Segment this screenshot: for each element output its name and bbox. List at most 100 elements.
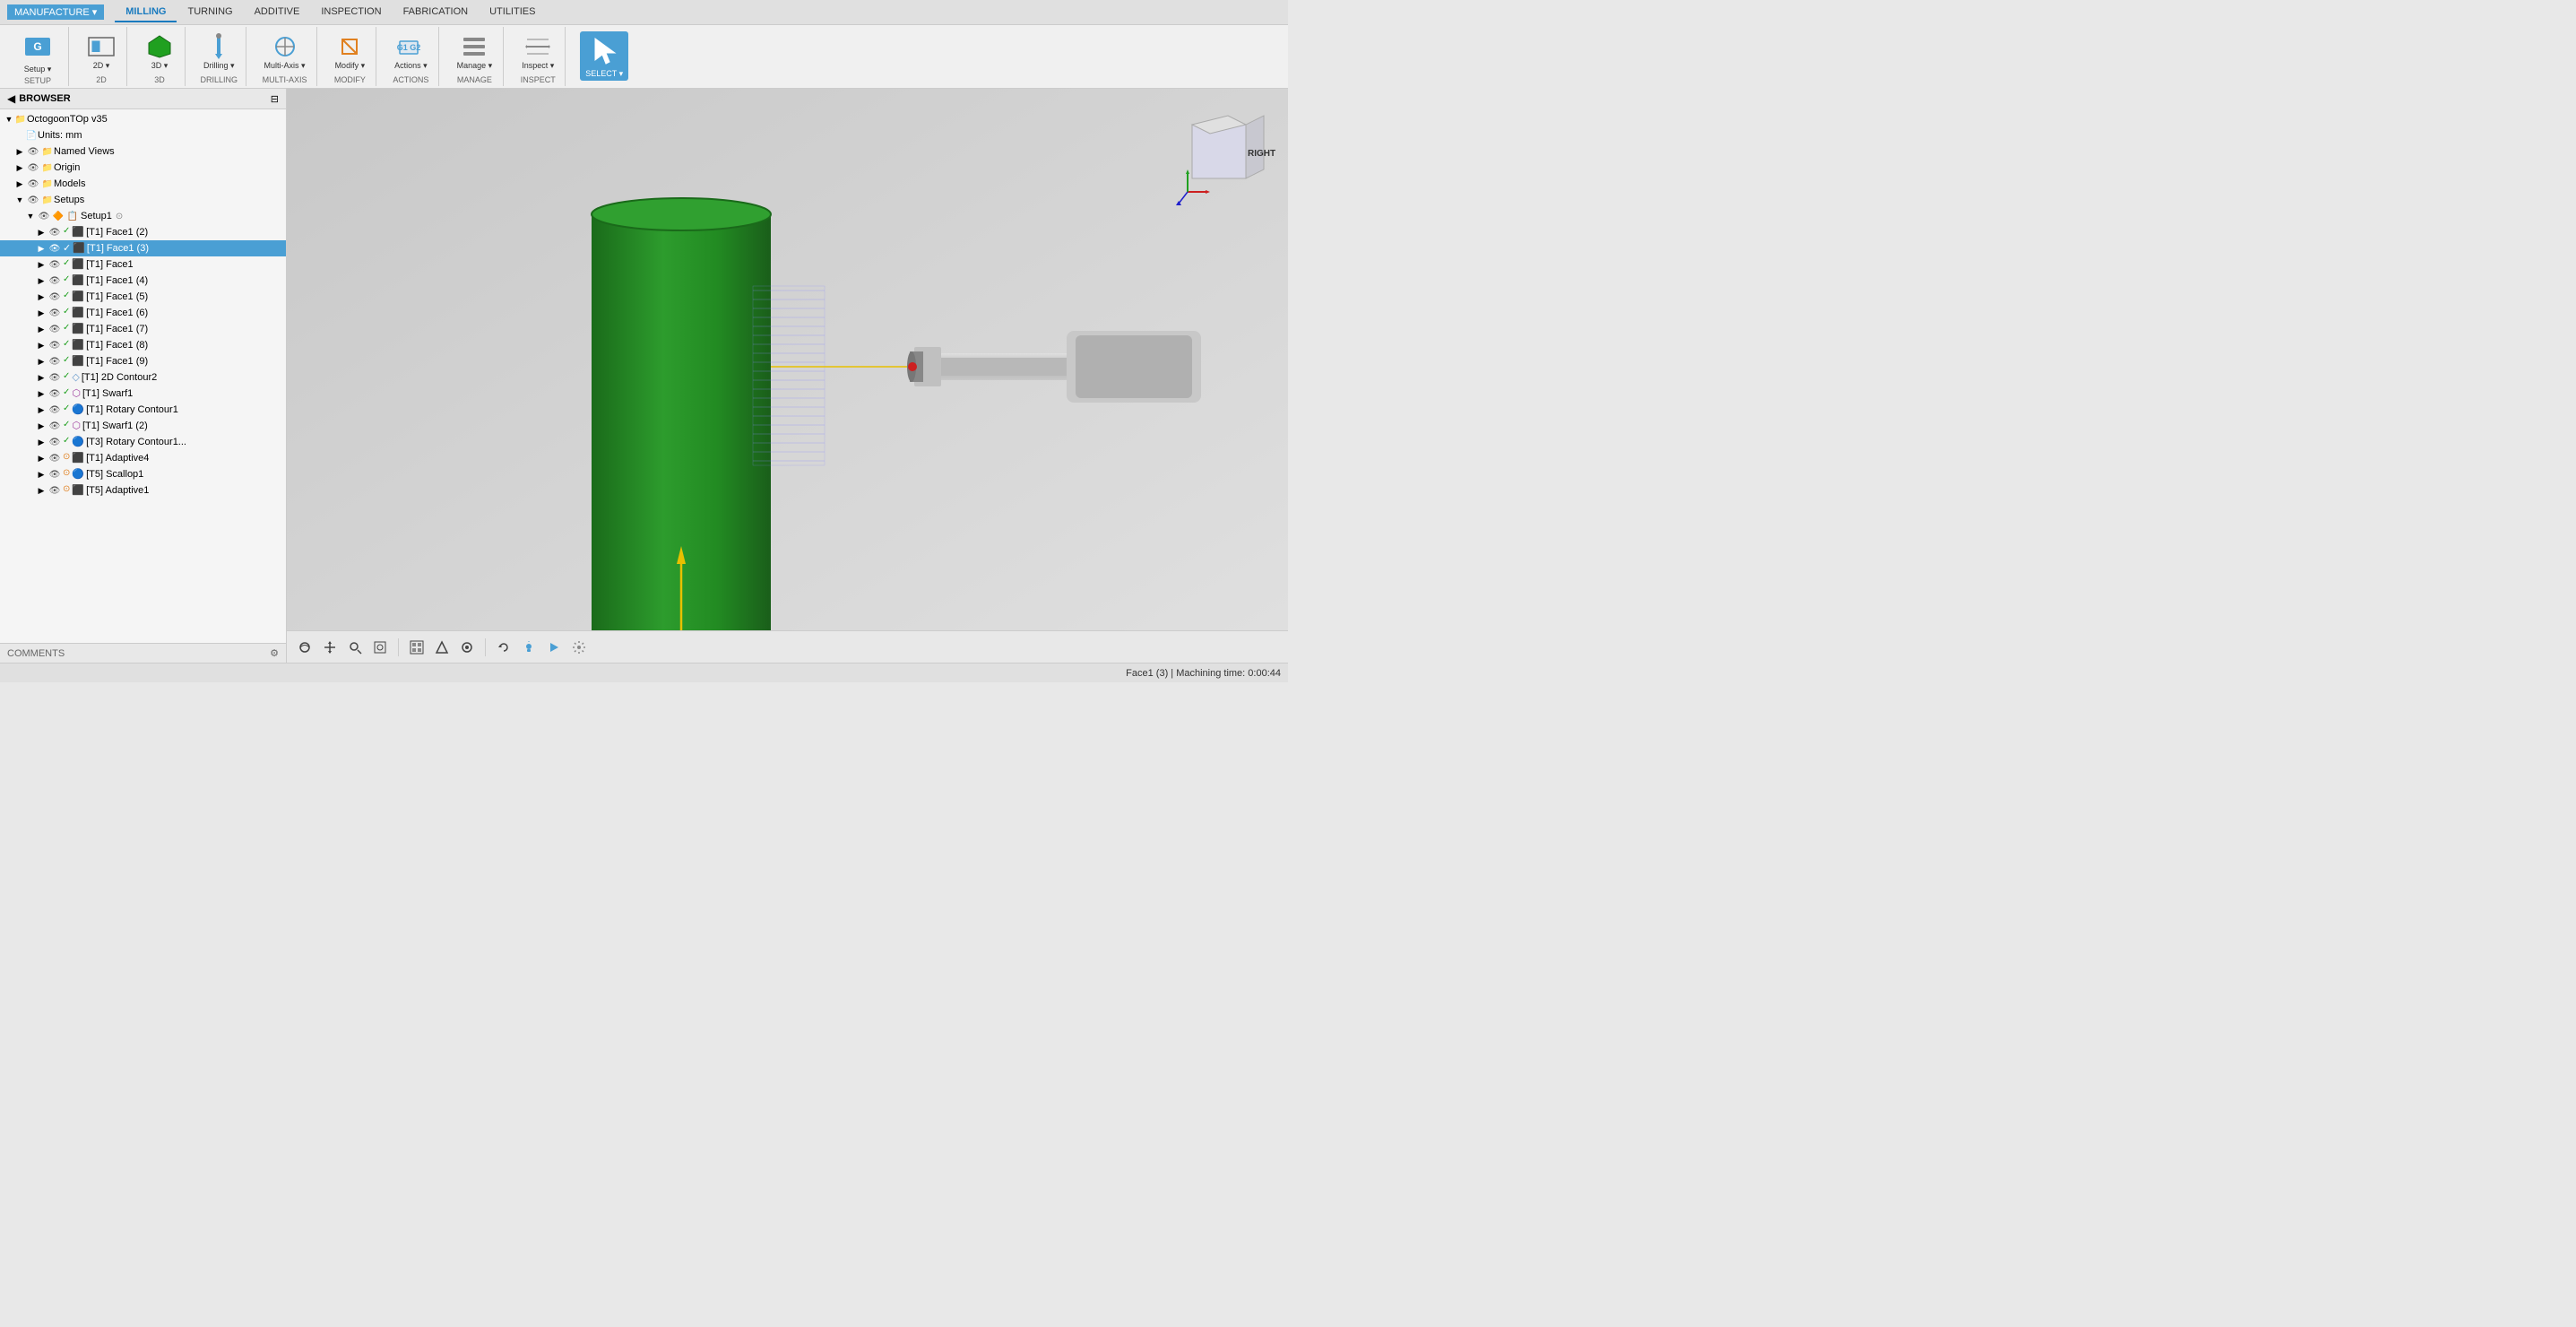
tree-origin[interactable]: ▶ 👁 📁 Origin	[0, 160, 286, 176]
tree-contour2[interactable]: ▶ 👁 ✓ ◇ [T1] 2D Contour2	[0, 369, 286, 386]
tree-face1-7[interactable]: ▶ 👁 ✓ ⬛ [T1] Face1 (7)	[0, 321, 286, 337]
tab-milling[interactable]: MILLING	[115, 3, 177, 22]
3d-button[interactable]: 3D ▾	[142, 30, 177, 73]
adaptive4-label: [T1] Adaptive4	[86, 453, 149, 464]
setup1-icon: 🔶	[52, 210, 65, 222]
tree-units[interactable]: 📄 Units: mm	[0, 127, 286, 143]
2d-button[interactable]: 2D ▾	[83, 30, 119, 73]
viewport[interactable]: RIGHT	[287, 89, 1288, 663]
tree-adaptive1[interactable]: ▶ 👁 ⊙ ⬛ [T5] Adaptive1	[0, 482, 286, 499]
light-button[interactable]	[518, 638, 540, 656]
select-btn-label: SELECT ▾	[585, 69, 623, 79]
multiaxis-button[interactable]: Multi-Axis ▾	[261, 30, 309, 73]
inspect-button[interactable]: Inspect ▾	[518, 30, 558, 73]
tab-utilities[interactable]: UTILITIES	[479, 3, 546, 22]
tree-swarf1-2[interactable]: ▶ 👁 ✓ ⬡ [T1] Swarf1 (2)	[0, 418, 286, 434]
tree-models[interactable]: ▶ 👁 📁 Models	[0, 176, 286, 192]
tree-named-views[interactable]: ▶ 👁 📁 Named Views	[0, 143, 286, 160]
zoom-fit-button[interactable]	[369, 638, 391, 656]
expand-setup1[interactable]: ▼	[25, 212, 36, 221]
3d-btn-label: 3D ▾	[151, 61, 169, 71]
refresh-button[interactable]	[493, 638, 514, 656]
expand-origin[interactable]: ▶	[14, 163, 25, 173]
display-mode-button[interactable]	[431, 638, 453, 656]
comments-settings-icon[interactable]: ⚙	[270, 647, 279, 659]
actions-button[interactable]: G1 G2 Actions ▾	[391, 30, 431, 73]
tree-scallop1[interactable]: ▶ 👁 ⊙ 🔵 [T5] Scallop1	[0, 466, 286, 482]
tree-face1-4[interactable]: ▶ 👁 ✓ ⬛ [T1] Face1 (4)	[0, 273, 286, 289]
setups-label: Setups	[54, 195, 84, 205]
browser-panel: ◀ BROWSER ⊟ ▼ 📁 OctogoonTOp v35 📄 Units:…	[0, 89, 287, 663]
tree-face1-5[interactable]: ▶ 👁 ✓ ⬛ [T1] Face1 (5)	[0, 289, 286, 305]
orbit-button[interactable]	[294, 638, 316, 656]
scallop1-label: [T5] Scallop1	[86, 469, 143, 480]
toolbar-group-2d: 2D ▾ 2D	[76, 27, 127, 86]
tree-face1[interactable]: ▶ 👁 ✓ ⬛ [T1] Face1	[0, 256, 286, 273]
face1-2-label: [T1] Face1 (2)	[86, 227, 148, 238]
face1-label: [T1] Face1	[86, 259, 134, 270]
svg-text:G1 G2: G1 G2	[397, 43, 421, 52]
tree-setups[interactable]: ▼ 👁 📁 Setups	[0, 192, 286, 208]
modify-cut-button[interactable]: Modify ▾	[332, 30, 369, 73]
manage-btn-label: Manage ▾	[457, 61, 493, 71]
view-mode-button[interactable]	[406, 638, 428, 656]
drilling-button[interactable]: Drilling ▾	[200, 30, 238, 73]
inspect-btn-label: Inspect ▾	[522, 61, 554, 71]
select-button[interactable]: SELECT ▾	[580, 31, 628, 81]
expand-setups[interactable]: ▼	[14, 195, 25, 204]
eye-icon-face1: 👁	[48, 258, 61, 271]
actions-group-label: ACTIONS	[393, 75, 428, 86]
svg-text:G: G	[33, 40, 41, 53]
tree-root[interactable]: ▼ 📁 OctogoonTOp v35	[0, 111, 286, 127]
swarf1-label: [T1] Swarf1	[82, 388, 133, 399]
multiaxis-icon	[271, 32, 299, 61]
tree-face1-8[interactable]: ▶ 👁 ✓ ⬛ [T1] Face1 (8)	[0, 337, 286, 353]
expand-models[interactable]: ▶	[14, 179, 25, 189]
manage-button[interactable]: Manage ▾	[454, 30, 497, 73]
expand-named-views[interactable]: ▶	[14, 147, 25, 157]
render-button[interactable]	[456, 638, 478, 656]
face1-4-label: [T1] Face1 (4)	[86, 275, 148, 286]
root-label: OctogoonTOp v35	[27, 114, 108, 125]
tab-inspection[interactable]: INSPECTION	[310, 3, 392, 22]
simulate-button[interactable]	[543, 638, 565, 656]
main-content: ◀ BROWSER ⊟ ▼ 📁 OctogoonTOp v35 📄 Units:…	[0, 89, 1288, 663]
check-face1-2: ✓	[63, 226, 70, 239]
2d-btn-label: 2D ▾	[93, 61, 110, 71]
origin-folder-icon: 📁	[41, 161, 54, 174]
tab-additive[interactable]: ADDITIVE	[244, 3, 311, 22]
toolbar-group-manage: Manage ▾ MANAGE	[446, 27, 505, 86]
tree-adaptive4[interactable]: ▶ 👁 ⊙ ⬛ [T1] Adaptive4	[0, 450, 286, 466]
toolbar-top-row: MANUFACTURE ▾ MILLING TURNING ADDITIVE I…	[0, 0, 1288, 25]
settings-view-button[interactable]	[568, 638, 590, 656]
check-face1-3: ✓	[63, 242, 71, 255]
tree-face1-6[interactable]: ▶ 👁 ✓ ⬛ [T1] Face1 (6)	[0, 305, 286, 321]
face1-7-label: [T1] Face1 (7)	[86, 324, 148, 334]
tab-fabrication[interactable]: FABRICATION	[393, 3, 480, 22]
browser-collapse-right[interactable]: ⊟	[271, 93, 279, 105]
tree-face1-2[interactable]: ▶ 👁 ✓ ⬛ [T1] Face1 (2)	[0, 224, 286, 240]
tab-turning[interactable]: TURNING	[177, 3, 243, 22]
tree-face1-9[interactable]: ▶ 👁 ✓ ⬛ [T1] Face1 (9)	[0, 353, 286, 369]
toolbar-group-select: SELECT ▾	[573, 27, 635, 86]
setup-button[interactable]: G Setup ▾	[14, 27, 61, 76]
tree-face1-3[interactable]: ▶ 👁 ✓ ⬛ [T1] Face1 (3)	[0, 240, 286, 256]
zoom-button[interactable]	[344, 638, 366, 656]
tree-rotary1-2[interactable]: ▶ 👁 ✓ 🔵 [T3] Rotary Contour1...	[0, 434, 286, 450]
tree-swarf1[interactable]: ▶ 👁 ✓ ⬡ [T1] Swarf1	[0, 386, 286, 402]
contour2-label: [T1] 2D Contour2	[82, 372, 157, 383]
drilling-icon	[204, 32, 233, 61]
toolbar-group-inspect: Inspect ▾ INSPECT	[511, 27, 566, 86]
pan-button[interactable]	[319, 638, 341, 656]
face1-5-label: [T1] Face1 (5)	[86, 291, 148, 302]
units-icon: 📄	[25, 129, 38, 142]
manage-icon	[460, 32, 488, 61]
manufacture-button[interactable]: MANUFACTURE ▾	[7, 4, 104, 20]
browser-collapse-left[interactable]: ◀	[7, 92, 15, 105]
tree-setup1[interactable]: ▼ 👁 🔶 📋 Setup1 ⊙	[0, 208, 286, 224]
toolbar-group-modify: Modify ▾ MODIFY	[324, 27, 377, 86]
expand-root[interactable]: ▼	[4, 115, 14, 124]
eye-icon-setup1: 👁	[38, 210, 50, 222]
units-label: Units: mm	[38, 130, 82, 141]
tree-rotary1[interactable]: ▶ 👁 ✓ 🔵 [T1] Rotary Contour1	[0, 402, 286, 418]
